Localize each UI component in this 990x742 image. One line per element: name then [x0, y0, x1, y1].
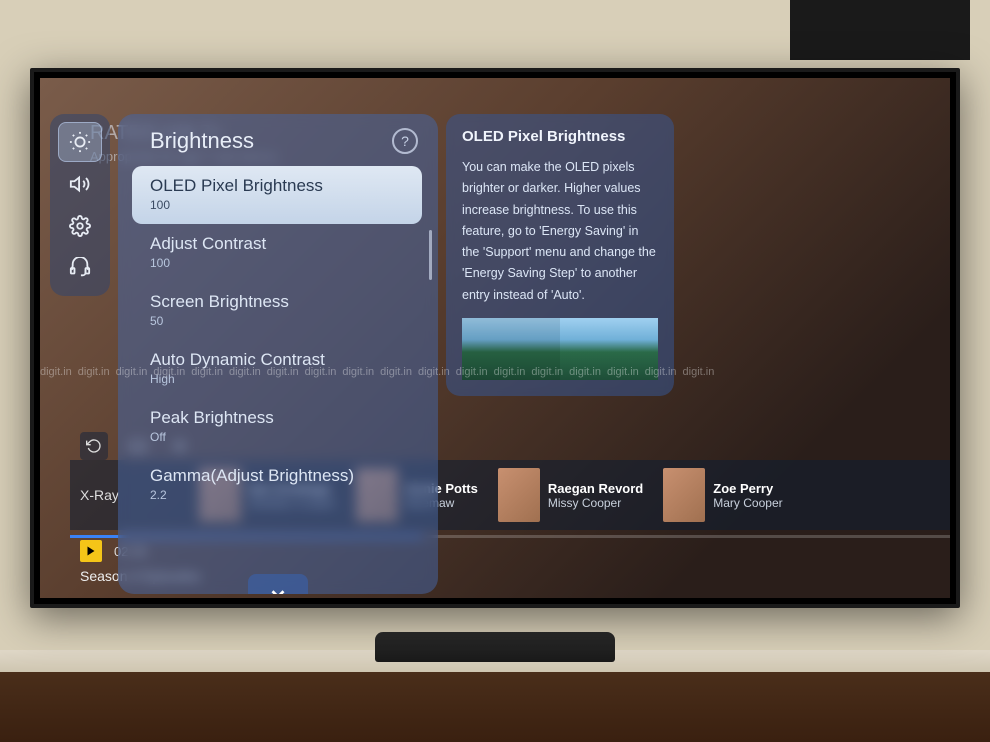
- setting-auto-dynamic-contrast[interactable]: Auto Dynamic Contrast High: [132, 340, 422, 398]
- preview-image-bright: [560, 318, 658, 380]
- setting-value: High: [150, 372, 404, 386]
- support-category-icon[interactable]: [58, 248, 102, 288]
- setting-peak-brightness[interactable]: Peak Brightness Off: [132, 398, 422, 456]
- tv-stand: [375, 632, 615, 662]
- brightness-settings-panel: Brightness ? OLED Pixel Brightness 100 A…: [118, 114, 438, 594]
- cast-role: Missy Cooper: [548, 496, 643, 510]
- general-category-icon[interactable]: [58, 206, 102, 246]
- setting-label: Screen Brightness: [150, 292, 404, 312]
- setting-screen-brightness[interactable]: Screen Brightness 50: [132, 282, 422, 340]
- preview-image-dark: [462, 318, 560, 380]
- setting-gamma[interactable]: Gamma(Adjust Brightness) 2.2: [132, 456, 422, 514]
- setting-label: OLED Pixel Brightness: [150, 176, 404, 196]
- list-scrollbar[interactable]: [429, 230, 432, 280]
- cast-role: Mary Cooper: [713, 496, 782, 510]
- setting-description-panel: OLED Pixel Brightness You can make the O…: [446, 114, 674, 396]
- tv-screen: RATED U/A 7+ Appropriate for age 7 and a…: [40, 78, 950, 598]
- setting-label: Gamma(Adjust Brightness): [150, 466, 404, 486]
- setting-value: 2.2: [150, 488, 404, 502]
- picture-category-icon[interactable]: [58, 122, 102, 162]
- setting-value: Off: [150, 430, 404, 444]
- panel-title: Brightness: [150, 128, 254, 154]
- description-preview-images: [462, 318, 658, 380]
- setting-adjust-contrast[interactable]: Adjust Contrast 100: [132, 224, 422, 282]
- description-text: You can make the OLED pixels brighter or…: [462, 157, 658, 306]
- setting-value: 100: [150, 198, 404, 212]
- setting-value: 50: [150, 314, 404, 328]
- help-icon[interactable]: ?: [392, 128, 418, 154]
- xray-label[interactable]: X-Ray: [80, 487, 119, 503]
- cast-actor: Raegan Revord: [548, 481, 643, 496]
- description-title: OLED Pixel Brightness: [462, 128, 658, 145]
- cast-photo: [498, 468, 540, 522]
- rewind-icon[interactable]: [80, 432, 108, 460]
- setting-value: 100: [150, 256, 404, 270]
- cast-actor: Zoe Perry: [713, 481, 782, 496]
- settings-list: OLED Pixel Brightness 100 Adjust Contras…: [132, 166, 428, 514]
- cast-item[interactable]: Zoe Perry Mary Cooper: [663, 468, 782, 522]
- scroll-down-button[interactable]: [248, 574, 308, 594]
- setting-label: Peak Brightness: [150, 408, 404, 428]
- tv-frame: RATED U/A 7+ Appropriate for age 7 and a…: [30, 68, 960, 608]
- settings-category-sidebar: [50, 114, 110, 296]
- setting-label: Auto Dynamic Contrast: [150, 350, 404, 370]
- cast-photo: [663, 468, 705, 522]
- setting-label: Adjust Contrast: [150, 234, 404, 254]
- sound-category-icon[interactable]: [58, 164, 102, 204]
- cast-item[interactable]: Raegan Revord Missy Cooper: [498, 468, 643, 522]
- setting-oled-pixel-brightness[interactable]: OLED Pixel Brightness 100: [132, 166, 422, 224]
- play-button[interactable]: [80, 540, 102, 562]
